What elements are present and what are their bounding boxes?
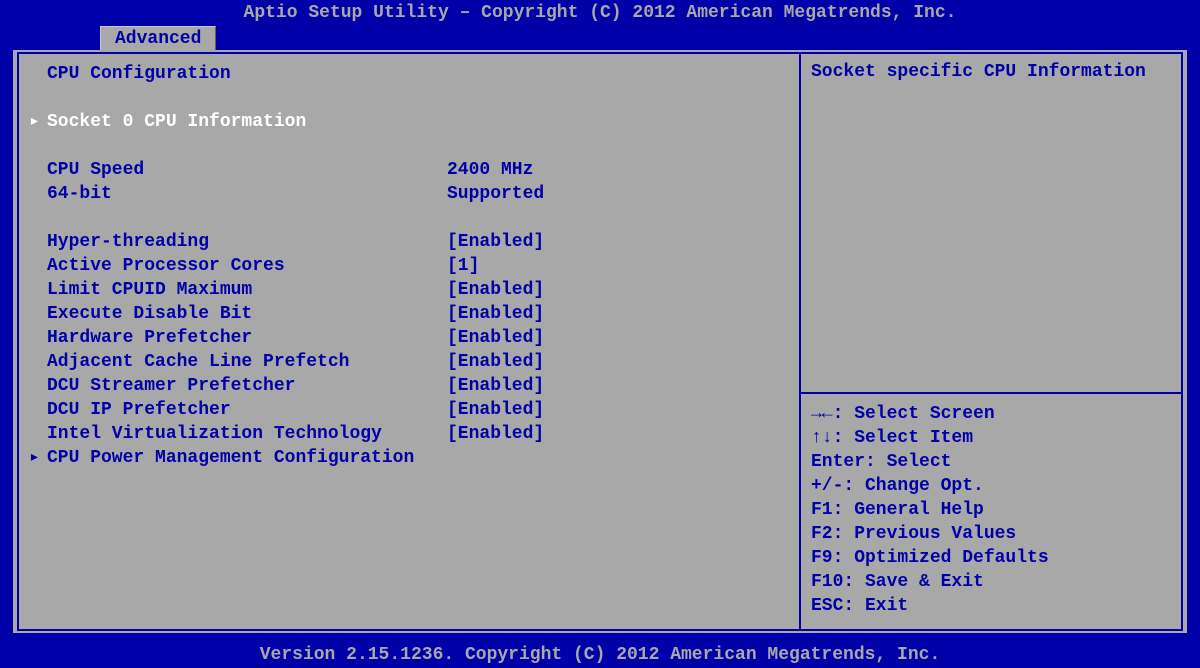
title-bar: Aptio Setup Utility – Copyright (C) 2012…: [0, 0, 1200, 26]
footer-bar: Version 2.15.1236. Copyright (C) 2012 Am…: [0, 642, 1200, 668]
option-hardware-prefetcher[interactable]: Hardware Prefetcher [Enabled]: [29, 326, 789, 350]
info-row-64bit: 64-bit Supported: [29, 182, 789, 206]
option-adjacent-cache-line-prefetch[interactable]: Adjacent Cache Line Prefetch [Enabled]: [29, 350, 789, 374]
tab-label: Advanced: [115, 29, 201, 49]
option-label: Hardware Prefetcher: [47, 326, 447, 350]
help-description-panel: Socket specific CPU Information: [801, 54, 1181, 394]
option-label: Limit CPUID Maximum: [47, 278, 447, 302]
info-label: CPU Speed: [47, 158, 447, 182]
arrow-spacer: [29, 374, 47, 398]
help-key-select-screen: →←: Select Screen: [811, 402, 1171, 426]
tab-advanced[interactable]: Advanced: [100, 26, 216, 50]
arrow-spacer: [29, 230, 47, 254]
arrow-spacer: [29, 326, 47, 350]
help-key-f1-general-help: F1: General Help: [811, 498, 1171, 522]
help-description: Socket specific CPU Information: [811, 62, 1171, 82]
option-value: [Enabled]: [447, 374, 789, 398]
help-key-enter-select: Enter: Select: [811, 450, 1171, 474]
option-label: DCU Streamer Prefetcher: [47, 374, 447, 398]
arrow-spacer: [29, 62, 47, 86]
option-value: [Enabled]: [447, 230, 789, 254]
help-key-change-opt: +/-: Change Opt.: [811, 474, 1171, 498]
arrow-spacer: [29, 302, 47, 326]
section-heading: CPU Configuration: [47, 62, 447, 86]
help-key-f2-previous-values: F2: Previous Values: [811, 522, 1171, 546]
title-text: Aptio Setup Utility – Copyright (C) 2012…: [244, 3, 957, 23]
option-label: Hyper-threading: [47, 230, 447, 254]
help-key-f10-save-exit: F10: Save & Exit: [811, 570, 1171, 594]
arrow-spacer: [29, 398, 47, 422]
arrow-spacer: [29, 158, 47, 182]
arrow-spacer: [29, 182, 47, 206]
option-label: Execute Disable Bit: [47, 302, 447, 326]
option-dcu-streamer-prefetcher[interactable]: DCU Streamer Prefetcher [Enabled]: [29, 374, 789, 398]
section-heading-row: CPU Configuration: [29, 62, 789, 86]
option-label: Intel Virtualization Technology: [47, 422, 447, 446]
option-value: [Enabled]: [447, 422, 789, 446]
tab-row: Advanced: [0, 26, 1200, 50]
option-intel-virtualization-technology[interactable]: Intel Virtualization Technology [Enabled…: [29, 422, 789, 446]
option-value: [Enabled]: [447, 350, 789, 374]
submenu-socket0-cpu-info[interactable]: ▸ Socket 0 CPU Information: [29, 110, 789, 134]
main-panel: CPU Configuration ▸ Socket 0 CPU Informa…: [19, 54, 801, 629]
option-label: Active Processor Cores: [47, 254, 447, 278]
content-area: CPU Configuration ▸ Socket 0 CPU Informa…: [10, 50, 1190, 636]
submenu-label: Socket 0 CPU Information: [47, 110, 447, 134]
help-key-select-item: ↑↓: Select Item: [811, 426, 1171, 450]
submenu-cpu-power-management[interactable]: ▸ CPU Power Management Configuration: [29, 446, 789, 470]
option-dcu-ip-prefetcher[interactable]: DCU IP Prefetcher [Enabled]: [29, 398, 789, 422]
submenu-label: CPU Power Management Configuration: [47, 446, 447, 470]
blank-row: [29, 134, 789, 158]
arrow-spacer: [29, 254, 47, 278]
option-execute-disable-bit[interactable]: Execute Disable Bit [Enabled]: [29, 302, 789, 326]
blank-row: [29, 206, 789, 230]
info-row-cpu-speed: CPU Speed 2400 MHz: [29, 158, 789, 182]
help-key-f9-optimized-defaults: F9: Optimized Defaults: [811, 546, 1171, 570]
arrow-spacer: [29, 278, 47, 302]
submenu-arrow-icon: ▸: [29, 110, 47, 134]
submenu-arrow-icon: ▸: [29, 446, 47, 470]
option-hyper-threading[interactable]: Hyper-threading [Enabled]: [29, 230, 789, 254]
option-value: [Enabled]: [447, 398, 789, 422]
arrow-spacer: [29, 422, 47, 446]
side-panel: Socket specific CPU Information →←: Sele…: [801, 54, 1181, 629]
blank-row: [29, 86, 789, 110]
help-key-esc-exit: ESC: Exit: [811, 594, 1171, 618]
option-limit-cpuid-maximum[interactable]: Limit CPUID Maximum [Enabled]: [29, 278, 789, 302]
bios-screen: Aptio Setup Utility – Copyright (C) 2012…: [0, 0, 1200, 668]
content-inner: CPU Configuration ▸ Socket 0 CPU Informa…: [17, 52, 1183, 631]
option-value: [1]: [447, 254, 789, 278]
arrow-spacer: [29, 350, 47, 374]
info-value: Supported: [447, 182, 789, 206]
option-value: [Enabled]: [447, 326, 789, 350]
info-label: 64-bit: [47, 182, 447, 206]
option-active-processor-cores[interactable]: Active Processor Cores [1]: [29, 254, 789, 278]
footer-text: Version 2.15.1236. Copyright (C) 2012 Am…: [260, 645, 941, 665]
option-label: DCU IP Prefetcher: [47, 398, 447, 422]
help-keys-panel: →←: Select Screen ↑↓: Select Item Enter:…: [801, 394, 1181, 629]
option-value: [Enabled]: [447, 302, 789, 326]
option-value: [Enabled]: [447, 278, 789, 302]
info-value: 2400 MHz: [447, 158, 789, 182]
option-label: Adjacent Cache Line Prefetch: [47, 350, 447, 374]
